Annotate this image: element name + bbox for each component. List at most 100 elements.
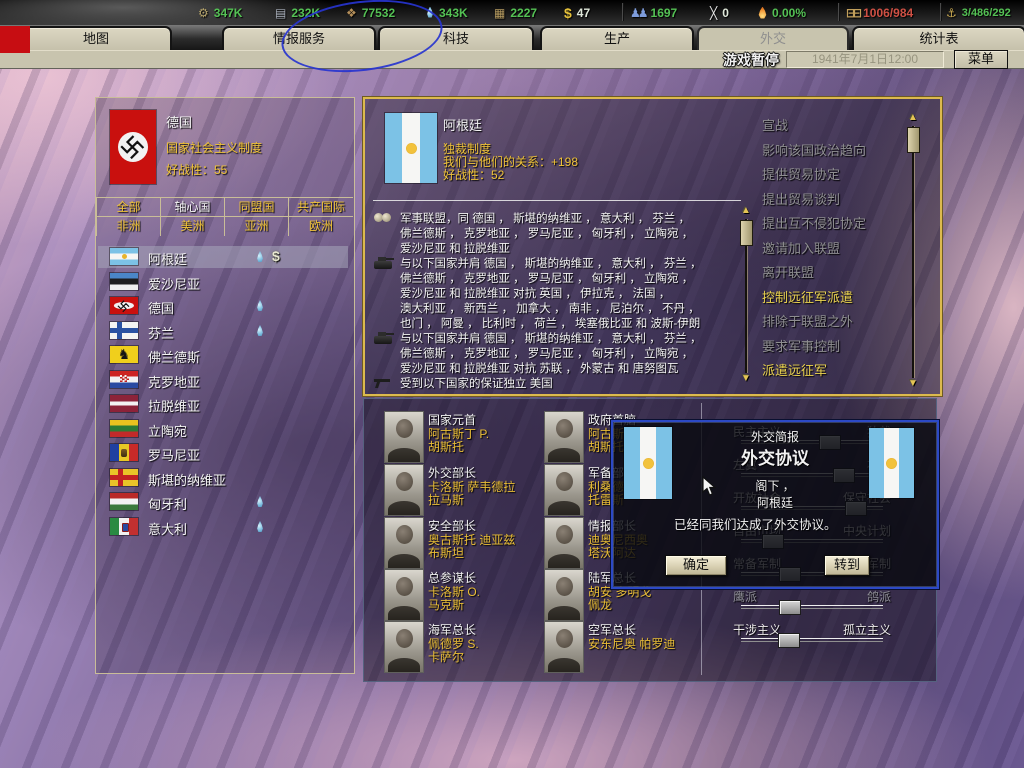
action-send-expeditionary[interactable]: 派遣远征军 (762, 360, 912, 379)
country-row-hungary[interactable]: 匈牙利 (98, 491, 348, 513)
country-row-estonia[interactable]: 爱沙尼亚 (98, 271, 348, 293)
minister-name: 胡斯托 (428, 438, 464, 455)
filter-allies[interactable]: 同盟国 (224, 197, 288, 217)
slider-track[interactable] (741, 638, 883, 642)
filter-africa[interactable]: 非洲 (96, 216, 160, 236)
action-offer-trade[interactable]: 提供贸易协定 (762, 164, 912, 183)
scrollbar-handle[interactable] (907, 127, 920, 153)
dialog-message: 已经同我们达成了外交协议。 (674, 514, 837, 533)
selected-country-name: 阿根廷 (443, 115, 482, 134)
country-row-italy[interactable]: 意大利 (98, 516, 348, 538)
resource-diplomatic-influence: ╳0 (710, 4, 729, 21)
relations-line: 受到以下国家的保证独立 美国 (400, 375, 740, 391)
dialog-salutation: 阁下 ， (613, 477, 937, 494)
metal-icon: ▤ (275, 7, 286, 19)
goto-button[interactable]: 转到 (824, 555, 870, 576)
minister-portrait[interactable] (544, 517, 584, 569)
filter-asia[interactable]: 亚洲 (224, 216, 288, 236)
scroll-up-icon[interactable]: ▲ (739, 205, 753, 217)
resource-bar: ⚙347K ▤232K ❖77532 343K ▦2227 $47 ♟♟1697… (0, 0, 1024, 25)
dialog-title: 外交简报 (613, 428, 937, 445)
scrollbar-track[interactable] (912, 126, 914, 378)
argentina-flag-large (385, 113, 437, 183)
slider-track[interactable] (741, 605, 883, 609)
country-row-germany[interactable]: 德国 (98, 295, 348, 317)
filter-all[interactable]: 全部 (96, 197, 160, 217)
relations-line: 佛兰德斯 ， 克罗地亚 ， 罗马尼亚 ， 匈牙利 ， 立陶宛 ， (400, 225, 740, 241)
country-row-flanders[interactable]: 佛兰德斯 (98, 344, 348, 366)
action-expel-from-alliance[interactable]: 排除于联盟之外 (762, 311, 912, 330)
germany-flag (110, 297, 138, 314)
minister-portrait[interactable] (544, 621, 584, 673)
game-screen: ⚙347K ▤232K ❖77532 343K ▦2227 $47 ♟♟1697… (0, 0, 1024, 768)
scroll-down-icon[interactable]: ▼ (906, 378, 920, 390)
action-declare-war[interactable]: 宣战 (762, 115, 912, 134)
minister-portrait[interactable] (544, 569, 584, 621)
slider-right-label: 孤立主义 (843, 621, 891, 638)
slider-left-label: 干涉主义 (733, 621, 781, 638)
country-row-romania[interactable]: 罗马尼亚 (98, 442, 348, 464)
convoy-icon (256, 496, 264, 508)
country-row-latvia[interactable]: 拉脱维亚 (98, 393, 348, 415)
slider-right-label: 鸽派 (867, 588, 891, 605)
filter-americas[interactable]: 美洲 (160, 216, 224, 236)
convoy-icon (256, 521, 264, 533)
action-influence-politics[interactable]: 影响该国政治趋向 (762, 140, 912, 159)
slider-handle[interactable] (779, 600, 801, 615)
resource-escorts: ⚓3/486/292 (946, 4, 1011, 21)
minister-portrait[interactable] (384, 464, 424, 516)
action-demand-military-control[interactable]: 要求军事控制 (762, 336, 912, 355)
relations-line: 也门 ， 阿曼 ， 比利时 ， 荷兰 ， 埃塞俄比亚 和 波斯-伊朗 (400, 315, 740, 331)
tab-production[interactable]: 生产 (540, 26, 694, 50)
resource-manpower: ♟♟1697 (630, 4, 677, 21)
hungary-flag (110, 493, 138, 510)
filter-comintern[interactable]: 共产国际 (288, 197, 353, 217)
player-country-name: 德国 (166, 112, 192, 131)
estonia-flag (110, 273, 138, 290)
action-trade-negotiation[interactable]: 提出贸易谈判 (762, 189, 912, 208)
minister-portrait[interactable] (544, 411, 584, 463)
scrollbar-handle[interactable] (740, 220, 753, 246)
divider (838, 3, 839, 21)
filter-europe[interactable]: 欧洲 (288, 216, 353, 236)
minister-name: 卡萨尔 (428, 648, 464, 665)
minister-name: 拉马斯 (428, 491, 464, 508)
action-invite-to-alliance[interactable]: 邀请加入联盟 (762, 238, 912, 257)
at-war-icon (374, 261, 392, 269)
slider-left-label: 鹰派 (733, 588, 757, 605)
tab-diplomacy[interactable]: 外交 (697, 26, 849, 52)
convoy-icon (256, 251, 264, 263)
alliance-icon (374, 213, 392, 223)
minister-portrait[interactable] (384, 621, 424, 673)
slider-handle[interactable] (778, 633, 800, 648)
minister-portrait[interactable] (384, 569, 424, 621)
filter-axis[interactable]: 轴心国 (160, 197, 224, 217)
minister-portrait[interactable] (544, 464, 584, 516)
action-control-expeditionary[interactable]: 控制远征军派遣 (762, 287, 912, 306)
country-row-scandinavia[interactable]: 斯堪的纳维亚 (98, 467, 348, 489)
argentina-flag (110, 248, 138, 265)
scroll-down-icon[interactable]: ▼ (739, 373, 753, 385)
selected-country-panel: 阿根廷 独裁制度 我们与他们的关系：+198 好战性：52 军事联盟，同 德国 … (363, 97, 942, 396)
slider-intervention-isolation: 干涉主义 孤立主义 (733, 621, 891, 651)
minister-name: 安东尼奥 帕罗迪 (588, 635, 675, 652)
tab-map[interactable]: 地图 (20, 26, 172, 50)
ok-button[interactable]: 确定 (665, 555, 727, 576)
relations-line: 与以下国家并肩 德国 ， 斯堪的纳维亚 ， 意大利 ， 芬兰 ， (400, 255, 740, 271)
tab-statistics[interactable]: 统计表 (852, 26, 1024, 50)
minister-portrait[interactable] (384, 411, 424, 463)
dissent-icon (758, 7, 767, 19)
country-row-finland[interactable]: 芬兰 (98, 320, 348, 342)
country-row-croatia[interactable]: 克罗地亚 (98, 369, 348, 391)
action-non-aggression-pact[interactable]: 提出互不侵犯协定 (762, 213, 912, 232)
country-row-lithuania[interactable]: 立陶宛 (98, 418, 348, 440)
flanders-flag (110, 346, 138, 363)
minister-portrait[interactable] (384, 517, 424, 569)
action-leave-alliance[interactable]: 离开联盟 (762, 262, 912, 281)
latvia-flag (110, 395, 138, 412)
scroll-up-icon[interactable]: ▲ (906, 112, 920, 124)
menu-button[interactable]: 菜单 (954, 50, 1008, 69)
country-row-argentina[interactable]: 阿根廷 $ (98, 246, 348, 268)
transports-icon: ⊟⊟ (846, 7, 858, 19)
divider (373, 200, 741, 201)
